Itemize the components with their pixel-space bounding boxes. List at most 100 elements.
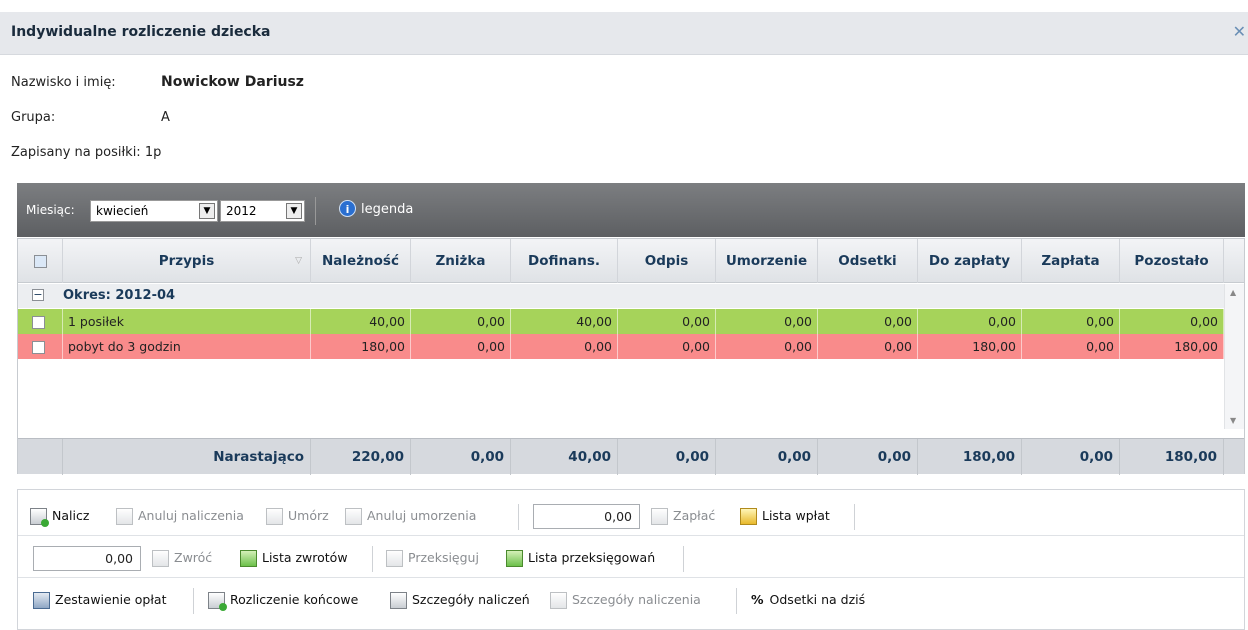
col-naleznosc[interactable]: Należność: [311, 239, 411, 283]
toolbar-divider: [315, 197, 316, 225]
month-select[interactable]: kwiecień ▼: [90, 200, 218, 222]
col-odpis[interactable]: Odpis: [618, 239, 716, 283]
chevron-down-icon[interactable]: ▼: [286, 203, 302, 219]
przeksieguj-label: Przeksięguj: [408, 550, 479, 565]
anuluj-umorzenia-button[interactable]: Anuluj umorzenia: [345, 505, 476, 527]
row-value: 180,00: [311, 334, 411, 359]
chevron-down-icon[interactable]: ▼: [199, 203, 215, 219]
anuluj-naliczenia-label: Anuluj naliczenia: [138, 508, 244, 523]
col-odsetki[interactable]: Odsetki: [818, 239, 918, 283]
calculator-icon: [390, 592, 407, 609]
footer-value: 180,00: [918, 439, 1022, 475]
row-checkbox-cell[interactable]: [18, 309, 63, 334]
scroll-down-icon[interactable]: ▼: [1230, 416, 1236, 425]
select-all-checkbox-cell[interactable]: [18, 239, 63, 283]
col-dofinans[interactable]: Dofinans.: [511, 239, 618, 283]
szczegoly-naliczen-label: Szczegóły naliczeń: [412, 592, 530, 607]
footer-spacer: [18, 439, 63, 475]
szczegoly-naliczen-button[interactable]: Szczegóły naliczeń: [390, 589, 530, 611]
col-zaplata[interactable]: Zapłata: [1022, 239, 1120, 283]
collapse-icon[interactable]: −: [32, 289, 44, 301]
col-przypis-label: Przypis: [158, 253, 215, 269]
anuluj-naliczenia-button[interactable]: Anuluj naliczenia: [116, 505, 244, 527]
row-checkbox[interactable]: [32, 341, 45, 354]
scroll-up-icon[interactable]: ▲: [1230, 288, 1236, 297]
nalicz-button[interactable]: Nalicz: [30, 505, 89, 527]
col-znizka[interactable]: Zniżka: [411, 239, 511, 283]
actions-row-2: 0,00 Zwróć Lista zwrotów Przeksięguj Lis…: [18, 538, 1244, 578]
zaplac-button[interactable]: Zapłać: [651, 505, 715, 527]
lista-przeksiegowan-button[interactable]: Lista przeksięgowań: [506, 547, 655, 569]
footer-value: 0,00: [716, 439, 818, 475]
przeksieguj-button[interactable]: Przeksięguj: [386, 547, 479, 569]
pay-icon: [651, 508, 668, 525]
name-label: Nazwisko i imię:: [11, 75, 116, 90]
group-row[interactable]: − Okres: 2012-04: [18, 284, 1224, 308]
col-do-zaplaty[interactable]: Do zapłaty: [918, 239, 1022, 283]
rozliczenie-koncowe-button[interactable]: Rozliczenie końcowe: [208, 589, 358, 611]
lista-przeksiegowan-label: Lista przeksięgowań: [528, 550, 656, 565]
row-value: 0,00: [618, 334, 716, 359]
charges-grid: Przypis ▽ Należność Zniżka Dofinans. Odp…: [17, 238, 1245, 475]
dialog-title: Indywidualne rozliczenie dziecka: [11, 24, 271, 40]
refunds-list-icon: [240, 550, 257, 567]
lista-zwrotow-button[interactable]: Lista zwrotów: [240, 547, 348, 569]
footer-value: 0,00: [411, 439, 511, 475]
row-value: 0,00: [1022, 334, 1120, 359]
group-value: A: [161, 110, 170, 125]
legend-button[interactable]: i legenda: [339, 200, 413, 217]
refund-amount-input[interactable]: 0,00: [33, 546, 141, 571]
divider: [683, 546, 684, 572]
row-value: 40,00: [511, 309, 618, 334]
name-value: Nowickow Dariusz: [161, 74, 304, 90]
filter-toolbar: Miesiąc: kwiecień ▼ 2012 ▼ i legenda: [17, 183, 1245, 237]
write-off-icon: [266, 508, 283, 525]
refund-icon: [152, 550, 169, 567]
sort-icon: ▽: [295, 256, 302, 266]
rozliczenie-label: Rozliczenie końcowe: [230, 592, 359, 607]
meals-value: 1p: [144, 145, 162, 160]
row-value: 0,00: [716, 334, 818, 359]
footer-value: 40,00: [511, 439, 618, 475]
lista-zwrotow-label: Lista zwrotów: [262, 550, 348, 565]
divider: [736, 588, 737, 614]
table-row[interactable]: 1 posiłek 40,00 0,00 40,00 0,00 0,00 0,00 0,00 0…: [18, 309, 1224, 334]
rebookings-list-icon: [506, 550, 523, 567]
select-all-checkbox[interactable]: [33, 254, 47, 268]
divider: [372, 546, 373, 572]
row-value: 180,00: [1120, 334, 1224, 359]
group-label: Grupa:: [11, 110, 56, 125]
odsetki-na-dzis-button[interactable]: % Odsetki na dziś: [751, 589, 865, 611]
col-pozostalo[interactable]: Pozostało: [1120, 239, 1224, 283]
footer-value: 0,00: [818, 439, 918, 475]
zwroc-label: Zwróć: [174, 550, 213, 565]
percent-icon: %: [751, 592, 764, 607]
zestawienie-oplat-button[interactable]: Zestawienie opłat: [33, 589, 166, 611]
szczegoly-naliczenia-button[interactable]: Szczegóły naliczenia: [550, 589, 701, 611]
actions-panel: Nalicz Anuluj naliczenia Umórz Anuluj um…: [17, 489, 1245, 630]
row-value: 0,00: [511, 334, 618, 359]
table-row[interactable]: pobyt do 3 godzin 180,00 0,00 0,00 0,00 0,00 0…: [18, 334, 1224, 359]
zwroc-button[interactable]: Zwróć: [152, 547, 212, 569]
row-checkbox[interactable]: [32, 316, 45, 329]
group-info: Grupa: A: [11, 110, 170, 125]
umorz-button[interactable]: Umórz: [266, 505, 329, 527]
name-info: Nazwisko i imię: Nowickow Dariusz: [11, 74, 304, 90]
group-label: Okres: 2012-04: [63, 288, 176, 303]
lista-wplat-button[interactable]: Lista wpłat: [740, 505, 830, 527]
dialog-titlebar: Indywidualne rozliczenie dziecka ✕: [0, 12, 1248, 55]
col-umorzenie[interactable]: Umorzenie: [716, 239, 818, 283]
meals-label: Zapisany na posiłki:: [11, 145, 141, 160]
cancel-calculation-icon: [116, 508, 133, 525]
row-value: 0,00: [1022, 309, 1120, 334]
grid-scrollbar[interactable]: ▲ ▼: [1224, 284, 1244, 429]
footer-value: 220,00: [311, 439, 411, 475]
year-select[interactable]: 2012 ▼: [220, 200, 305, 222]
footer-label: Narastająco: [63, 439, 311, 475]
row-checkbox-cell[interactable]: [18, 334, 63, 359]
payment-amount-input[interactable]: 0,00: [533, 504, 640, 529]
col-przypis[interactable]: Przypis ▽: [63, 239, 311, 283]
close-icon[interactable]: ✕: [1233, 22, 1246, 41]
meals-info: Zapisany na posiłki: 1p: [11, 145, 161, 160]
legend-label: legenda: [361, 202, 414, 217]
